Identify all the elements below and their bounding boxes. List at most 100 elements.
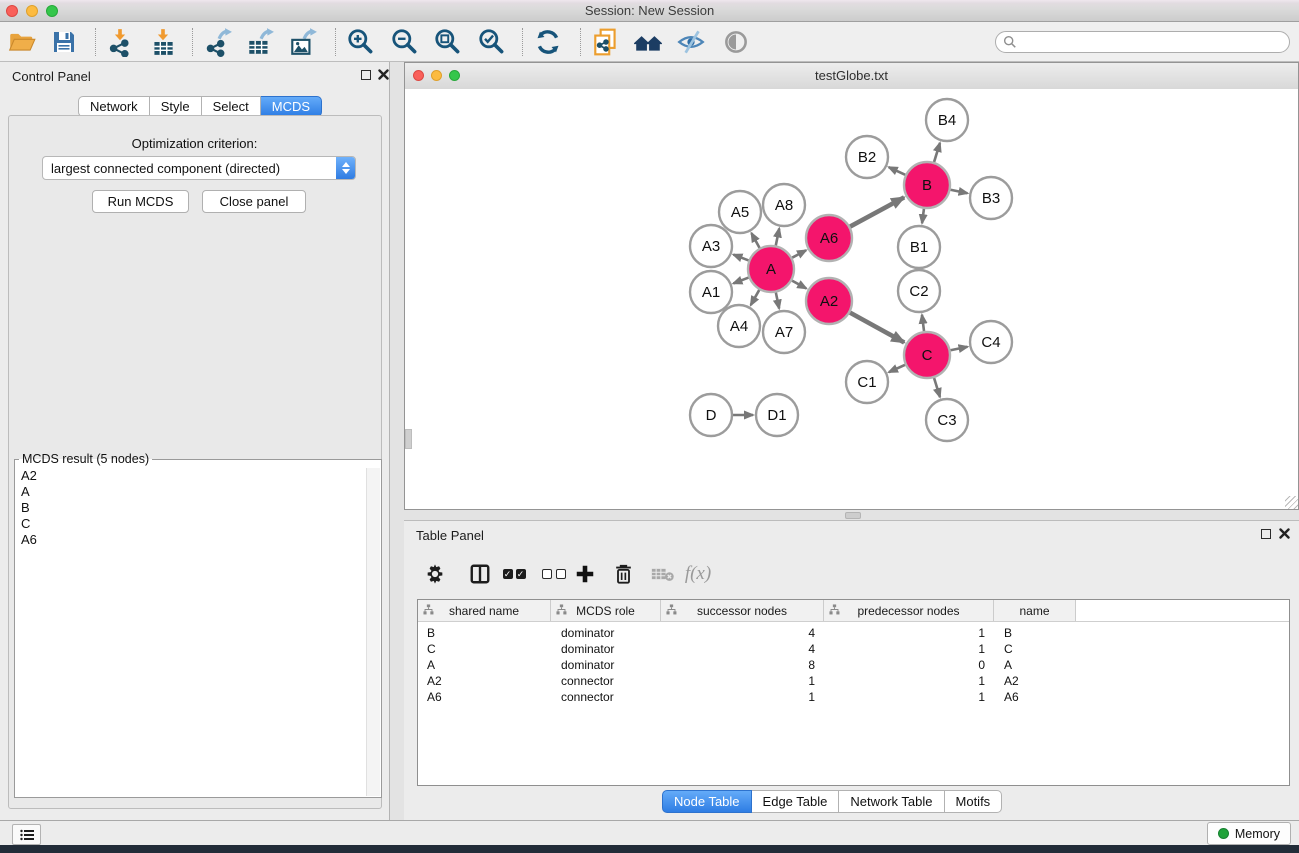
- float-panel-icon[interactable]: [1261, 529, 1271, 539]
- memory-button[interactable]: Memory: [1207, 822, 1291, 845]
- graph-edge-A-A7[interactable]: [776, 293, 779, 309]
- tab-edge-table[interactable]: Edge Table: [752, 790, 840, 813]
- graph-edge-B-B3[interactable]: [951, 190, 968, 193]
- zoom-selected-button[interactable]: [477, 27, 507, 57]
- save-session-button[interactable]: [49, 27, 79, 57]
- graph-node-A6[interactable]: A6: [806, 215, 852, 261]
- export-network-button[interactable]: [203, 27, 233, 57]
- split-view-button[interactable]: [464, 558, 496, 590]
- graph-edge-C-C4[interactable]: [951, 347, 968, 350]
- graph-edge-A-A2[interactable]: [792, 281, 806, 289]
- mcds-result-item[interactable]: A6: [16, 532, 366, 548]
- graph-edge-C-C2[interactable]: [922, 315, 924, 331]
- network-window-titlebar[interactable]: testGlobe.txt: [405, 63, 1298, 90]
- tab-motifs[interactable]: Motifs: [945, 790, 1003, 813]
- mcds-result-item[interactable]: A2: [16, 468, 366, 484]
- window-resize-grip[interactable]: [1285, 496, 1298, 509]
- graph-node-B1[interactable]: B1: [898, 226, 940, 268]
- tab-mcds[interactable]: MCDS: [261, 96, 322, 117]
- zoom-fit-button[interactable]: [433, 27, 463, 57]
- graph-edge-A6-B[interactable]: [850, 197, 904, 226]
- graph-node-A4[interactable]: A4: [718, 305, 760, 347]
- graph-node-A[interactable]: A: [748, 246, 794, 292]
- tab-network[interactable]: Network: [78, 96, 150, 117]
- hide-selected-button[interactable]: [676, 27, 706, 57]
- import-table-button[interactable]: [148, 27, 178, 57]
- refresh-button[interactable]: [533, 27, 563, 57]
- graph-node-D1[interactable]: D1: [756, 394, 798, 436]
- graph-node-B3[interactable]: B3: [970, 177, 1012, 219]
- canvas-vertical-scrollbar[interactable]: [405, 429, 412, 449]
- table-row[interactable]: Bdominator41B: [418, 625, 1289, 641]
- home-button[interactable]: [633, 27, 663, 57]
- graph-node-D[interactable]: D: [690, 394, 732, 436]
- column-header-shared-name[interactable]: shared name: [418, 600, 551, 621]
- delete-column-button[interactable]: [607, 558, 639, 590]
- clone-network-button[interactable]: [591, 27, 621, 57]
- run-mcds-button[interactable]: Run MCDS: [92, 190, 189, 213]
- graph-node-A8[interactable]: A8: [763, 184, 805, 226]
- graph-node-B2[interactable]: B2: [846, 136, 888, 178]
- graph-edge-A-A1[interactable]: [733, 278, 748, 284]
- splitter-grip[interactable]: [845, 512, 861, 519]
- zoom-out-button[interactable]: [390, 27, 420, 57]
- task-history-button[interactable]: [12, 824, 41, 845]
- graph-node-A2[interactable]: A2: [806, 278, 852, 324]
- tab-node-table[interactable]: Node Table: [662, 790, 752, 813]
- graph-edge-A-A6[interactable]: [792, 250, 806, 257]
- select-all-columns-button[interactable]: ✓ ✓: [498, 558, 530, 590]
- graph-node-B[interactable]: B: [904, 162, 950, 208]
- graph-node-B4[interactable]: B4: [926, 99, 968, 141]
- result-scrollbar[interactable]: [366, 468, 380, 796]
- graph-edge-A-A5[interactable]: [751, 233, 759, 248]
- search-field[interactable]: [995, 31, 1290, 53]
- graph-edge-B-B4[interactable]: [934, 143, 940, 162]
- tab-select[interactable]: Select: [202, 96, 261, 117]
- graph-node-C[interactable]: C: [904, 332, 950, 378]
- table-row[interactable]: Cdominator41C: [418, 641, 1289, 657]
- graph-edge-B-B2[interactable]: [889, 167, 906, 175]
- column-header-name[interactable]: name: [994, 600, 1076, 621]
- import-network-button[interactable]: [105, 27, 135, 57]
- graph-node-C2[interactable]: C2: [898, 270, 940, 312]
- close-panel-button[interactable]: Close panel: [202, 190, 306, 213]
- open-session-button[interactable]: [7, 27, 37, 57]
- close-panel-icon[interactable]: [1279, 528, 1290, 539]
- zoom-in-button[interactable]: [346, 27, 376, 57]
- graph-edge-A2-C[interactable]: [850, 313, 904, 343]
- graph-node-C3[interactable]: C3: [926, 399, 968, 441]
- column-header-successor-nodes[interactable]: successor nodes: [661, 600, 824, 621]
- tab-network-table[interactable]: Network Table: [839, 790, 944, 813]
- graph-node-A5[interactable]: A5: [719, 191, 761, 233]
- table-row[interactable]: A6connector11A6: [418, 689, 1289, 705]
- graph-node-A7[interactable]: A7: [763, 311, 805, 353]
- table-settings-button[interactable]: [419, 558, 451, 590]
- graph-node-A3[interactable]: A3: [690, 225, 732, 267]
- column-header-predecessor-nodes[interactable]: predecessor nodes: [824, 600, 994, 621]
- graph-edge-A-A4[interactable]: [751, 290, 760, 305]
- close-panel-icon[interactable]: [378, 69, 389, 80]
- delete-table-button[interactable]: [647, 558, 679, 590]
- export-table-button[interactable]: [245, 27, 275, 57]
- table-row[interactable]: A2connector11A2: [418, 673, 1289, 689]
- graph-edge-C-C3[interactable]: [934, 378, 940, 397]
- graph-edge-A-A8[interactable]: [776, 229, 779, 246]
- graph-edge-A-A3[interactable]: [733, 255, 748, 261]
- show-graphics-button[interactable]: [721, 27, 751, 57]
- float-panel-icon[interactable]: [361, 70, 371, 80]
- graph-node-C4[interactable]: C4: [970, 321, 1012, 363]
- search-input[interactable]: [1021, 34, 1289, 50]
- tab-style[interactable]: Style: [150, 96, 202, 117]
- graph-edge-B-B1[interactable]: [922, 209, 924, 223]
- column-header-mcds-role[interactable]: MCDS role: [551, 600, 661, 621]
- mcds-result-item[interactable]: A: [16, 484, 366, 500]
- add-column-button[interactable]: [569, 558, 601, 590]
- mcds-result-item[interactable]: C: [16, 516, 366, 532]
- function-builder-button[interactable]: f(x): [682, 558, 714, 590]
- graph-node-C1[interactable]: C1: [846, 361, 888, 403]
- optimization-criterion-select[interactable]: largest connected component (directed): [42, 156, 356, 180]
- graph-edge-C-C1[interactable]: [889, 365, 905, 372]
- graph-node-A1[interactable]: A1: [690, 271, 732, 313]
- table-row[interactable]: Adominator80A: [418, 657, 1289, 673]
- mcds-result-item[interactable]: B: [16, 500, 366, 516]
